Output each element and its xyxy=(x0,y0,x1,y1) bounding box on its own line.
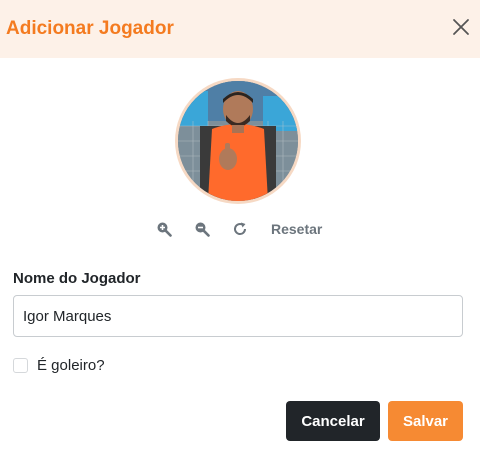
player-name-label: Nome do Jogador xyxy=(13,270,141,287)
modal-title: Adicionar Jogador xyxy=(6,18,174,39)
goalkeeper-checkbox[interactable] xyxy=(13,358,28,373)
image-tools: Resetar xyxy=(155,220,322,238)
cancel-button[interactable]: Cancelar xyxy=(286,401,380,441)
player-name-input[interactable] xyxy=(13,295,463,337)
player-avatar-frame xyxy=(175,78,301,204)
goalkeeper-label: É goleiro? xyxy=(37,357,105,374)
player-avatar[interactable] xyxy=(178,81,298,201)
zoom-out-icon[interactable] xyxy=(193,220,211,238)
reset-button[interactable]: Resetar xyxy=(271,221,322,237)
rotate-icon[interactable] xyxy=(231,220,249,238)
modal-header: Adicionar Jogador xyxy=(0,0,480,58)
goalkeeper-row: É goleiro? xyxy=(13,357,105,374)
close-icon[interactable] xyxy=(450,16,472,38)
save-button[interactable]: Salvar xyxy=(388,401,463,441)
zoom-in-icon[interactable] xyxy=(155,220,173,238)
add-player-modal: Adicionar Jogador Resetar Nome do Jogado… xyxy=(0,0,480,455)
